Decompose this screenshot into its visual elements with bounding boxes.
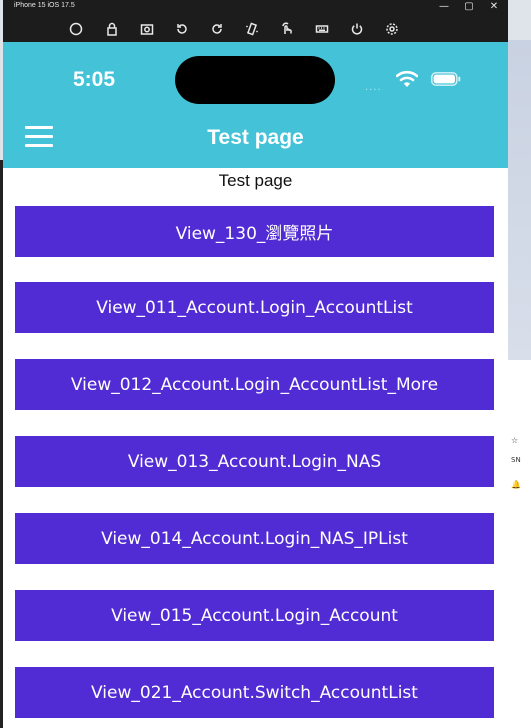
dynamic-island bbox=[175, 56, 335, 104]
bell-icon: 🔔 bbox=[511, 480, 521, 489]
page-label: Test page bbox=[218, 171, 293, 190]
view-014-button[interactable]: View_014_Account.Login_NAS_IPList bbox=[15, 513, 494, 564]
page-title: Test page bbox=[207, 126, 304, 149]
rotate-left-icon[interactable] bbox=[171, 19, 193, 39]
lock-icon[interactable] bbox=[101, 19, 123, 39]
minimize-button[interactable]: — bbox=[433, 0, 455, 14]
battery-icon bbox=[431, 72, 461, 86]
view-012-button[interactable]: View_012_Account.Login_AccountList_More bbox=[15, 359, 494, 410]
power-icon[interactable] bbox=[346, 19, 368, 39]
cellular-signal-icon: .... bbox=[365, 82, 382, 93]
screenshot-icon[interactable] bbox=[136, 19, 158, 39]
home-icon[interactable] bbox=[65, 19, 87, 39]
maximize-button[interactable]: ▢ bbox=[458, 0, 480, 14]
shake-icon[interactable] bbox=[241, 19, 263, 39]
view-130-button[interactable]: View_130_瀏覽照片 bbox=[15, 206, 494, 257]
view-011-button[interactable]: View_011_Account.Login_AccountList bbox=[15, 282, 494, 333]
window-titlebar: iPhone 15 iOS 17.5 — ▢ ✕ bbox=[3, 0, 508, 42]
background-app-pane: ☆ SN 🔔 bbox=[508, 360, 531, 728]
close-button[interactable]: ✕ bbox=[483, 0, 505, 14]
settings-icon[interactable] bbox=[381, 19, 403, 39]
rotate-right-icon[interactable] bbox=[206, 19, 228, 39]
keyboard-icon[interactable] bbox=[311, 19, 333, 39]
view-015-button[interactable]: View_015_Account.Login_Account bbox=[15, 590, 494, 641]
window-title: iPhone 15 iOS 17.5 bbox=[14, 2, 75, 9]
touch-icon[interactable] bbox=[276, 19, 298, 39]
view-013-button[interactable]: View_013_Account.Login_NAS bbox=[15, 436, 494, 487]
wifi-icon bbox=[396, 70, 418, 87]
page-content: Test page View_130_瀏覽照片 View_011_Account… bbox=[3, 168, 508, 728]
background-app: ☆ SN 🔔 bbox=[508, 40, 531, 728]
status-time: 5:05 bbox=[73, 68, 116, 91]
simulator-window: iPhone 15 iOS 17.5 — ▢ ✕ 5:05 .... Test … bbox=[3, 0, 508, 728]
app-header: 5:05 .... Test page bbox=[3, 42, 508, 168]
star-icon: ☆ bbox=[511, 436, 519, 445]
background-text: SN bbox=[511, 456, 521, 464]
view-021-button[interactable]: View_021_Account.Switch_AccountList bbox=[15, 667, 494, 718]
